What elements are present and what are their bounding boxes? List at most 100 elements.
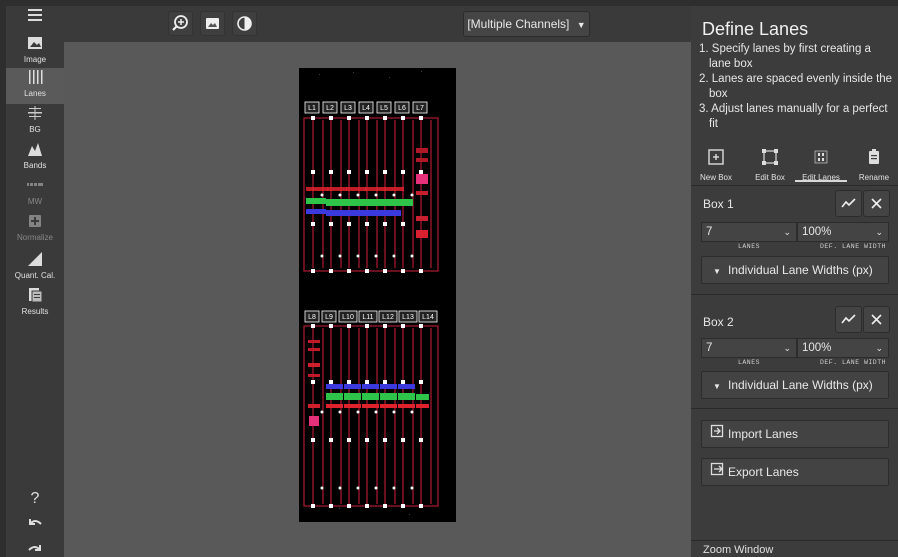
lane-label[interactable]: L6 [394,101,410,114]
caret-down-icon: ▼ [713,382,721,391]
box-1-lanes-select[interactable]: 7 ⌄ [701,222,797,242]
svg-text:L3: L3 [344,105,352,112]
box-2-delete-button[interactable] [863,306,890,333]
svg-text:L2: L2 [326,105,334,112]
svg-text:L6: L6 [398,105,406,112]
edit-lanes-icon [814,150,828,164]
chevron-down-icon: ⌄ [875,343,883,353]
sidebar-item-quant-cal[interactable]: Quant. Cal. [6,250,64,286]
lanes-caption: LANES [738,243,761,250]
instruction-step: 3. Adjust lanes manually for a perfect f… [699,103,888,130]
zoom-in-button[interactable] [168,11,193,36]
menu-button[interactable] [6,8,64,28]
trend-icon [841,198,856,208]
bands-icon [28,143,42,156]
sidebar-item-mw[interactable]: MW [6,176,64,212]
box-2-chart-button[interactable] [835,306,862,333]
lane-label[interactable]: L14 [418,310,438,323]
help-button[interactable]: ? [6,490,64,508]
tool-label: Edit Lanes [802,173,840,182]
import-lanes-button[interactable]: Import Lanes [701,420,889,448]
export-icon [710,462,724,476]
sidebar-item-results[interactable]: Results [6,286,64,322]
close-icon [871,314,882,325]
sidebar-item-bands[interactable]: Bands [6,140,64,176]
sidebar-item-label: BG [29,125,41,134]
lane-label[interactable]: L13 [398,310,418,323]
lane-label[interactable]: L12 [378,310,398,323]
define-lanes-panel: Define Lanes 1. Specify lanes by first c… [691,6,898,557]
normalize-icon [29,215,41,227]
toggle-label: Individual Lane Widths (px) [728,263,873,277]
channel-select-value: [Multiple Channels] [467,17,570,31]
sidebar-item-lanes[interactable]: Lanes [6,68,64,104]
svg-text:L7: L7 [416,105,424,112]
svg-text:L8: L8 [308,314,316,321]
instructions-list: 1. Specify lanes by first creating a lan… [699,42,894,132]
fit-image-button[interactable] [200,11,225,36]
chevron-down-icon: ⌄ [875,227,883,237]
svg-text:L13: L13 [402,314,414,321]
lane-label[interactable]: L7 [412,101,428,114]
chevron-down-icon: ⌄ [783,343,791,353]
rename-tool[interactable]: Rename [851,146,897,182]
lane-label[interactable]: L4 [358,101,374,114]
mw-icon [27,183,43,186]
help-label: ? [30,490,40,507]
box-1-delete-button[interactable] [863,190,890,217]
lane-label[interactable]: L1 [304,101,320,114]
quant-cal-icon [28,252,42,266]
lane-label[interactable]: L9 [321,310,337,323]
new-box-tool[interactable]: New Box [693,146,739,182]
blot-image[interactable]: L1 L2 L3 L4 L5 L6 L7 L8 L9 L10 L11 L12 L… [299,68,456,522]
trend-icon [841,314,856,324]
sidebar-item-label: Results [21,307,49,316]
edit-box-tool[interactable]: Edit Box [747,146,793,182]
box-1-lane-width-select[interactable]: 100% ⌄ [797,222,889,242]
image-canvas[interactable]: [Multiple Channels] ▼ L1 L2 L3 L4 L5 L6 … [64,6,691,557]
contrast-button[interactable] [232,11,257,36]
divider [691,185,898,186]
lane-label[interactable]: L11 [358,310,378,323]
zoom-in-icon [172,15,188,31]
svg-text:L1: L1 [308,105,316,112]
close-icon [871,198,882,209]
results-icon [29,288,43,303]
undo-button[interactable] [6,516,64,534]
box-1-label: Box 1 [703,197,734,211]
blot-overlay: L1 L2 L3 L4 L5 L6 L7 L8 L9 L10 L11 L12 L… [303,71,439,515]
sidebar-item-bg[interactable]: BG [6,104,64,140]
zoom-window-header[interactable]: Zoom Window [703,544,773,556]
sidebar-item-label: Bands [23,161,47,170]
box-2-lanes-select[interactable]: 7 ⌄ [701,338,797,358]
lane-label[interactable]: L10 [338,310,358,323]
toggle-label: Individual Lane Widths (px) [728,378,873,392]
lane-label[interactable]: L2 [322,101,338,114]
box-2-lane-widths-toggle[interactable]: ▼ Individual Lane Widths (px) [701,371,889,399]
lane-box-1[interactable] [303,116,439,273]
sidebar-item-image[interactable]: Image [6,34,64,70]
lane-label[interactable]: L3 [340,101,356,114]
redo-button[interactable] [6,542,64,557]
contrast-icon [237,16,252,31]
tool-sidebar: Image Lanes BG Bands MW Normalize Quant.… [6,6,64,557]
instruction-step: 1. Specify lanes by first creating a lan… [699,43,871,70]
lane-label[interactable]: L8 [304,310,320,323]
sidebar-item-normalize[interactable]: Normalize [6,212,64,248]
box-2-lane-width-select[interactable]: 100% ⌄ [797,338,889,358]
lane-label[interactable]: L5 [376,101,392,114]
box-1-chart-button[interactable] [835,190,862,217]
edit-lanes-tool[interactable]: Edit Lanes [795,146,847,182]
app-window: Image Lanes BG Bands MW Normalize Quant.… [0,0,898,557]
channel-select[interactable]: [Multiple Channels] ▼ [463,11,590,37]
divider [691,540,898,541]
redo-icon [28,545,41,551]
svg-text:L4: L4 [362,105,370,112]
export-lanes-button[interactable]: Export Lanes [701,458,889,486]
box-1-lane-widths-toggle[interactable]: ▼ Individual Lane Widths (px) [701,256,889,284]
lane-box-2[interactable] [303,324,439,508]
sidebar-item-label: Normalize [16,233,53,242]
tool-label: Edit Box [755,173,785,182]
divider [691,408,898,409]
caret-down-icon: ▼ [713,267,721,276]
